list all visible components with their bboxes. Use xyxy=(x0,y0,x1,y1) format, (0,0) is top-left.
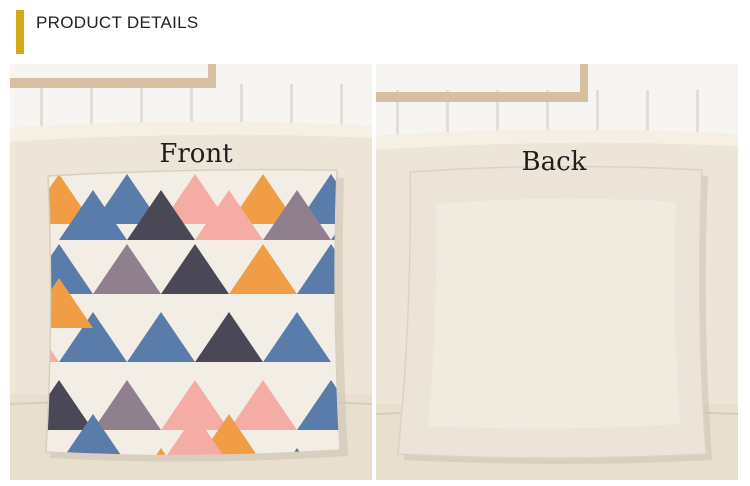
front-label: Front xyxy=(159,139,233,169)
section-header: PRODUCT DETAILS xyxy=(0,0,750,60)
front-view-panel: Front xyxy=(10,64,372,480)
section-title: PRODUCT DETAILS xyxy=(36,13,199,32)
header-accent-bar xyxy=(16,10,24,54)
front-cushion-photo xyxy=(10,64,372,480)
back-label: Back xyxy=(521,147,587,177)
back-cushion-photo xyxy=(376,64,738,480)
back-view-panel: Back xyxy=(376,64,738,480)
